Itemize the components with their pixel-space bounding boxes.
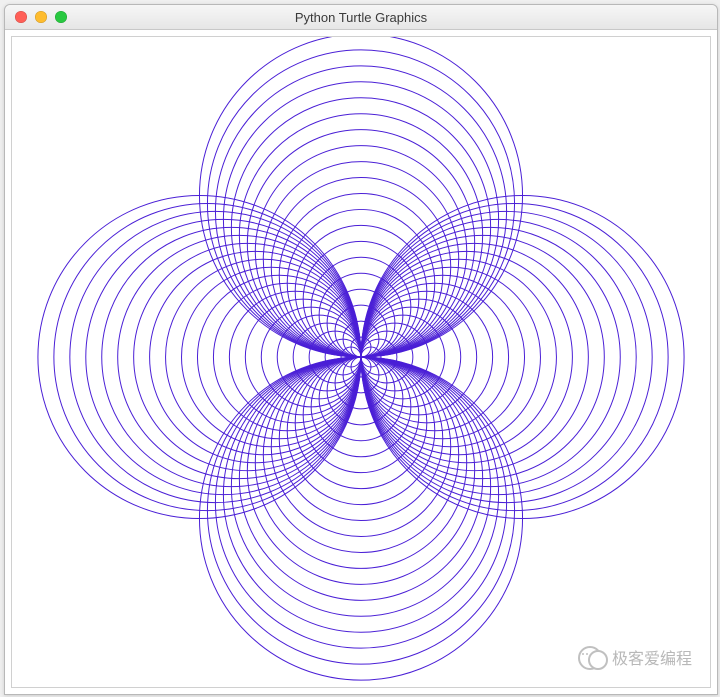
titlebar[interactable]: Python Turtle Graphics (5, 5, 717, 30)
minimize-icon[interactable] (35, 11, 47, 23)
app-window: Python Turtle Graphics (4, 4, 718, 695)
turtle-canvas (11, 36, 711, 688)
turtle-drawing (12, 37, 710, 687)
window-title: Python Turtle Graphics (5, 10, 717, 25)
close-icon[interactable] (15, 11, 27, 23)
traffic-lights (15, 11, 67, 23)
zoom-icon[interactable] (55, 11, 67, 23)
